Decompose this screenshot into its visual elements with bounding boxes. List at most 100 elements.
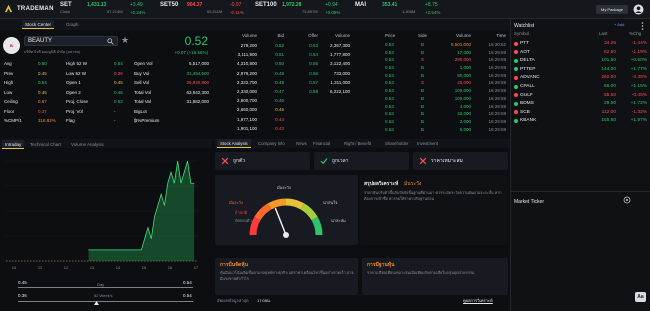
bidoffer-cell[interactable]: 733,000: [320, 69, 350, 78]
watchlist-row[interactable]: DELTA 101.50 +0.50%: [511, 57, 650, 66]
bidoffer-cell[interactable]: [300, 96, 318, 105]
bidoffer-cell[interactable]: 6,222,100: [320, 87, 350, 96]
text-size-button[interactable]: Aa: [635, 292, 646, 302]
tab-right-benefit[interactable]: Right / Benefit: [341, 139, 374, 148]
tab-company-info[interactable]: Company Info: [255, 139, 288, 148]
bidoffer-cell[interactable]: 2,900,700: [222, 96, 257, 105]
index-set50[interactable]: SET50 904.37 -0.97 65,511M -0.11%: [160, 2, 244, 15]
gauge-label: น่าสนใจ: [323, 200, 337, 205]
watchlist-row[interactable]: SCB 112.00 -1.32%: [511, 109, 650, 118]
bidoffer-cell[interactable]: 2,979,200: [222, 69, 257, 78]
watchlist-symbol: SCB: [520, 109, 530, 115]
stat-value: 0.45: [38, 70, 47, 76]
bidoffer-cell[interactable]: 3,111,900: [222, 50, 257, 59]
trade-cell: B: [420, 95, 424, 101]
index-set[interactable]: SET 1,431.13 +3.49 Close 87,214M +0.24%: [60, 2, 145, 15]
tab-technical-chart[interactable]: Technical Chart: [27, 140, 64, 149]
my-package-button[interactable]: My Package: [596, 5, 628, 14]
user-avatar-icon[interactable]: [633, 4, 644, 15]
bidoffer-cell[interactable]: 1,777,800: [320, 50, 350, 59]
settings-icon[interactable]: [623, 196, 631, 204]
more-options-icon[interactable]: [641, 22, 644, 30]
bidoffer-cell[interactable]: [320, 115, 350, 124]
watchlist-row[interactable]: GULF 55.50 -0.45%: [511, 92, 650, 101]
watchlist-change: +1.72%: [630, 101, 647, 107]
bidoffer-cell[interactable]: 0.51: [266, 50, 284, 59]
watchlist-symbol: CPALL: [520, 84, 535, 89]
bidoffer-cell[interactable]: 0.58: [300, 87, 318, 96]
bidoffer-cell[interactable]: 4,310,800: [222, 59, 257, 68]
bidoffer-cell[interactable]: [320, 124, 350, 133]
tab-financial[interactable]: Financial: [310, 139, 333, 148]
tab-intraday[interactable]: Intraday: [2, 140, 25, 149]
bidoffer-cell[interactable]: 0.50: [266, 59, 284, 68]
index-pct: +0.24%: [130, 10, 146, 15]
bidoffer-cell[interactable]: [300, 124, 318, 133]
chart-tabs: Intraday Technical Chart Volume Analysis: [0, 139, 212, 149]
bidoffer-cell[interactable]: [300, 105, 318, 114]
bidoffer-cell[interactable]: 0.48: [266, 78, 284, 87]
bidoffer-cell[interactable]: 0.56: [300, 69, 318, 78]
watchlist-row[interactable]: KBANK 155.50 +1.97%: [511, 117, 650, 126]
bidoffer-cell[interactable]: 0.47: [266, 87, 284, 96]
bidoffer-cell[interactable]: 0.49: [266, 69, 284, 78]
bidoffer-cell[interactable]: 2,367,300: [320, 41, 350, 50]
add-watchlist-button[interactable]: + Add: [614, 22, 624, 28]
bidoffer-col-offer: 0.53 0.54 0.55 0.56 0.57 0.58: [300, 41, 318, 133]
watchlist-dot: [514, 50, 518, 55]
gauge-label: ถัดทรงตัว: [235, 218, 252, 223]
trades-col-time: 16:30:52 16:29:59 16:29:59 16:29:59 16:29:59…: [482, 41, 506, 133]
bidoffer-cell[interactable]: 1,901,100: [222, 124, 257, 133]
bidoffer-header: Bid: [277, 33, 284, 38]
view-analysis-link[interactable]: ดูผลการวิเคราะห์: [463, 298, 493, 304]
gauge-segment: [267, 198, 287, 210]
bidoffer-cell[interactable]: 0.43: [266, 124, 284, 133]
bidoffer-cell[interactable]: 1,311,000: [320, 78, 350, 87]
tab-news[interactable]: News: [293, 139, 310, 148]
search-icon[interactable]: [107, 38, 114, 45]
bidoffer-cell[interactable]: 1,977,100: [222, 115, 257, 124]
bidoffer-cell[interactable]: 0.45: [266, 105, 284, 114]
bidoffer-cell[interactable]: 0.46: [266, 96, 284, 105]
watchlist-row[interactable]: AOT 62.50 -1.19%: [511, 49, 650, 58]
watchlist-row[interactable]: PTTEP 144.00 +1.77%: [511, 66, 650, 75]
trademan-logo-icon: [4, 4, 13, 13]
index-set100[interactable]: SET100 1,972.28 +0.94 75,897M +0.05%: [255, 2, 340, 15]
bidoffer-cell[interactable]: 0.52: [266, 41, 284, 50]
tab-stock-analysis[interactable]: Stock Analysis: [217, 139, 251, 148]
bidoffer-cell[interactable]: 3,122,400: [320, 59, 350, 68]
watchlist-change: +1.15%: [630, 84, 647, 89]
bidoffer-cell[interactable]: 2,660,000: [222, 105, 257, 114]
stock-logo: B: [3, 37, 20, 54]
bidoffer-cell[interactable]: [320, 105, 350, 114]
tab-stock-center[interactable]: Stock Center: [22, 20, 55, 29]
watchlist-row[interactable]: CPALL 66.00 +1.15%: [511, 83, 650, 92]
bidoffer-cell[interactable]: 0.44: [266, 115, 284, 124]
bidoffer-cell[interactable]: [300, 115, 318, 124]
index-mai[interactable]: MAI 353.41 +8.75 1,406M +2.54%: [355, 2, 440, 15]
watchlist-row[interactable]: BDMS 29.50 +1.72%: [511, 100, 650, 109]
stat-label-3: Open Vol: [134, 61, 153, 66]
watchlist-row[interactable]: ADVANC 260.00 -3.35%: [511, 74, 650, 83]
bidoffer-cell[interactable]: 2,330,000: [222, 87, 257, 96]
symbol-search-input[interactable]: BEAUTY: [24, 36, 118, 46]
bidoffer-cell[interactable]: 279,200: [222, 41, 257, 50]
index-status: Close: [60, 9, 71, 14]
brand[interactable]: TRADEMAN: [4, 4, 54, 13]
stat-label-2: Proj. Close: [66, 99, 89, 104]
bidoffer-cell[interactable]: 0.55: [300, 59, 318, 68]
trade-cell: S: [420, 57, 424, 63]
watchlist-row[interactable]: PTT 34.25 -1.44%: [511, 40, 650, 49]
summary-card: สรุปผลวิเคราะห์ มั่นระวัง ราคาหุ้นปรับตั…: [360, 175, 508, 245]
tab-volume-analysis[interactable]: Volume Analysis: [68, 140, 107, 149]
tab-graph[interactable]: Graph: [63, 20, 82, 29]
bidoffer-cell[interactable]: 0.53: [300, 41, 318, 50]
bidoffer-cell[interactable]: 0.54: [300, 50, 318, 59]
tab-shareholder[interactable]: Shareholder: [382, 139, 411, 148]
bidoffer-cell[interactable]: [320, 96, 350, 105]
favorite-star-icon[interactable]: ★: [121, 35, 129, 46]
stat-value: 316.82%: [38, 118, 56, 123]
tab-investment[interactable]: Investment: [414, 139, 441, 148]
bidoffer-cell[interactable]: 0.57: [300, 78, 318, 87]
bidoffer-cell[interactable]: 2,322,700: [222, 78, 257, 87]
